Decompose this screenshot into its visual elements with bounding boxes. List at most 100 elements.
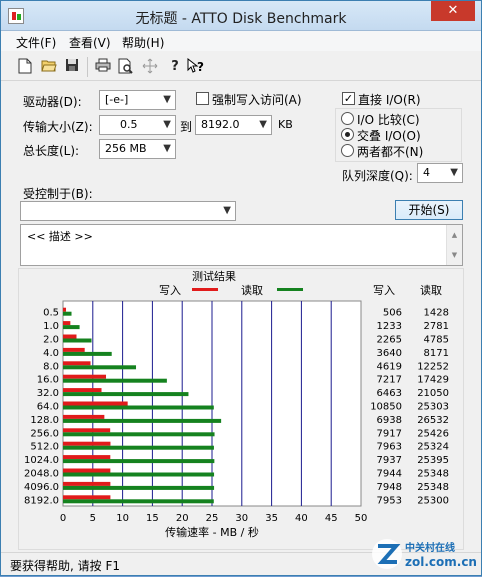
x-tick-label: 50: [355, 513, 368, 524]
x-tick-label: 20: [176, 513, 189, 524]
write-column-header: 写入: [373, 284, 395, 297]
read-bar: [63, 311, 72, 316]
svg-text:?: ?: [197, 60, 204, 74]
force-write-checkbox[interactable]: [196, 92, 209, 105]
y-tick-label: 128.0: [30, 415, 59, 426]
direct-io-checkbox[interactable]: ✓: [342, 92, 355, 105]
title-bar[interactable]: 无标题 - ATTO Disk Benchmark ✕: [1, 1, 481, 31]
chevron-down-icon: ▼: [163, 143, 171, 154]
results-chart: 测试结果写入 读取 0 5 10 15 20 25 30 35 40 45 50 传输速率 - MB / …: [24, 270, 449, 539]
new-file-icon[interactable]: [16, 58, 34, 76]
legend-write-label: 写入: [159, 284, 181, 297]
total-length-select[interactable]: 256 MB ▼: [99, 139, 176, 159]
print-preview-icon[interactable]: [117, 58, 135, 76]
x-tick-label: 10: [116, 513, 129, 524]
controlled-by-label: 受控制于(B):: [23, 187, 93, 201]
save-disk-icon[interactable]: [63, 58, 81, 76]
menu-file[interactable]: 文件(F): [16, 34, 56, 51]
neither-radio[interactable]: [341, 144, 354, 157]
read-value: 25426: [417, 428, 449, 439]
read-value: 25348: [417, 482, 449, 493]
legend-read-label: 读取: [241, 283, 263, 297]
read-bar: [63, 351, 112, 356]
chevron-down-icon: ▼: [223, 205, 231, 216]
write-bar: [63, 361, 91, 366]
x-tick-label: 40: [295, 513, 308, 524]
write-value: 506: [383, 308, 402, 319]
x-axis-label: 传输速率 - MB / 秒: [165, 525, 259, 539]
read-value: 25395: [417, 455, 449, 466]
open-folder-icon[interactable]: [40, 58, 58, 76]
app-window: 无标题 - ATTO Disk Benchmark ✕ 文件(F) 查看(V) …: [0, 0, 482, 576]
write-bar: [63, 441, 111, 446]
x-tick-label: 30: [235, 513, 248, 524]
description-scrollbar[interactable]: ▲ ▼: [446, 225, 462, 265]
controlled-by-select[interactable]: ▼: [20, 201, 236, 221]
description-box[interactable]: << 描述 >> ▲ ▼: [20, 224, 463, 266]
read-value: 25300: [417, 495, 449, 506]
write-value: 6938: [377, 415, 402, 426]
write-value: 7963: [377, 442, 402, 453]
transfer-from-select[interactable]: 0.5 ▼: [99, 115, 176, 135]
write-bar: [63, 321, 71, 326]
drive-select[interactable]: [-e-] ▼: [99, 90, 176, 110]
write-value: 6463: [377, 388, 402, 399]
x-tick-label: 15: [146, 513, 159, 524]
read-value: 25348: [417, 469, 449, 480]
queue-depth-select[interactable]: 4 ▼: [417, 163, 463, 183]
force-write-label: 强制写入访问(A): [212, 93, 302, 107]
read-value: 17429: [417, 375, 449, 386]
x-tick-label: 5: [90, 513, 96, 524]
transfer-from-value: 0.5: [120, 118, 138, 131]
write-value: 7944: [377, 469, 402, 480]
legend-write-swatch: [192, 288, 218, 291]
close-button[interactable]: ✕: [431, 1, 475, 21]
svg-text:中关村在线: 中关村在线: [405, 541, 455, 554]
y-tick-label: 4.0: [43, 348, 59, 359]
write-bar: [63, 428, 111, 433]
menu-view[interactable]: 查看(V): [69, 34, 111, 51]
read-bar: [63, 405, 214, 410]
read-value: 25303: [417, 402, 449, 413]
write-value: 4619: [377, 361, 402, 372]
menu-help[interactable]: 帮助(H): [122, 34, 164, 51]
read-bar: [63, 418, 222, 423]
move-icon[interactable]: [141, 58, 159, 76]
read-value: 1428: [424, 308, 449, 319]
write-value: 1233: [377, 321, 402, 332]
write-value: 7917: [377, 428, 402, 439]
watermark-logo: 中关村在线 zol.com.cn: [369, 534, 479, 574]
read-bar: [63, 378, 167, 383]
print-icon[interactable]: [94, 58, 112, 76]
x-tick-label: 0: [60, 513, 66, 524]
transfer-to-label: 到: [180, 120, 193, 134]
write-bar: [63, 374, 107, 379]
queue-depth-value: 4: [423, 166, 430, 179]
write-bar: [63, 307, 67, 312]
read-bar: [63, 459, 215, 464]
read-value: 2781: [424, 321, 449, 332]
overlapped-io-label: 交叠 I/O(O): [357, 129, 421, 143]
write-bar: [63, 495, 111, 500]
total-length-label: 总长度(L):: [23, 144, 80, 158]
transfer-to-select[interactable]: 8192.0 ▼: [195, 115, 272, 135]
io-compare-radio[interactable]: [341, 112, 354, 125]
toolbar: ? ?: [1, 51, 481, 81]
help-icon[interactable]: ?: [166, 58, 184, 76]
overlapped-io-radio[interactable]: [341, 128, 354, 141]
legend-read-swatch: [277, 288, 303, 291]
read-value: 21050: [417, 388, 449, 399]
write-value: 7953: [377, 495, 402, 506]
context-help-icon[interactable]: ?: [187, 57, 205, 76]
read-bar: [63, 392, 189, 397]
x-tick-label: 25: [206, 513, 219, 524]
read-bar: [63, 485, 215, 490]
status-text: 要获得帮助, 请按 F1: [10, 559, 120, 573]
results-panel: 测试结果 写入 读取 0 5 10 15 20 25 30 35 40 45 50 传输速率 - MB / …: [18, 268, 464, 550]
read-bar: [63, 445, 214, 450]
chevron-down-icon: ▼: [259, 119, 267, 130]
start-button[interactable]: 开始(S): [395, 200, 463, 220]
transfer-unit-label: KB: [278, 118, 293, 131]
y-tick-label: 256.0: [30, 428, 59, 439]
total-length-value: 256 MB: [105, 142, 147, 155]
